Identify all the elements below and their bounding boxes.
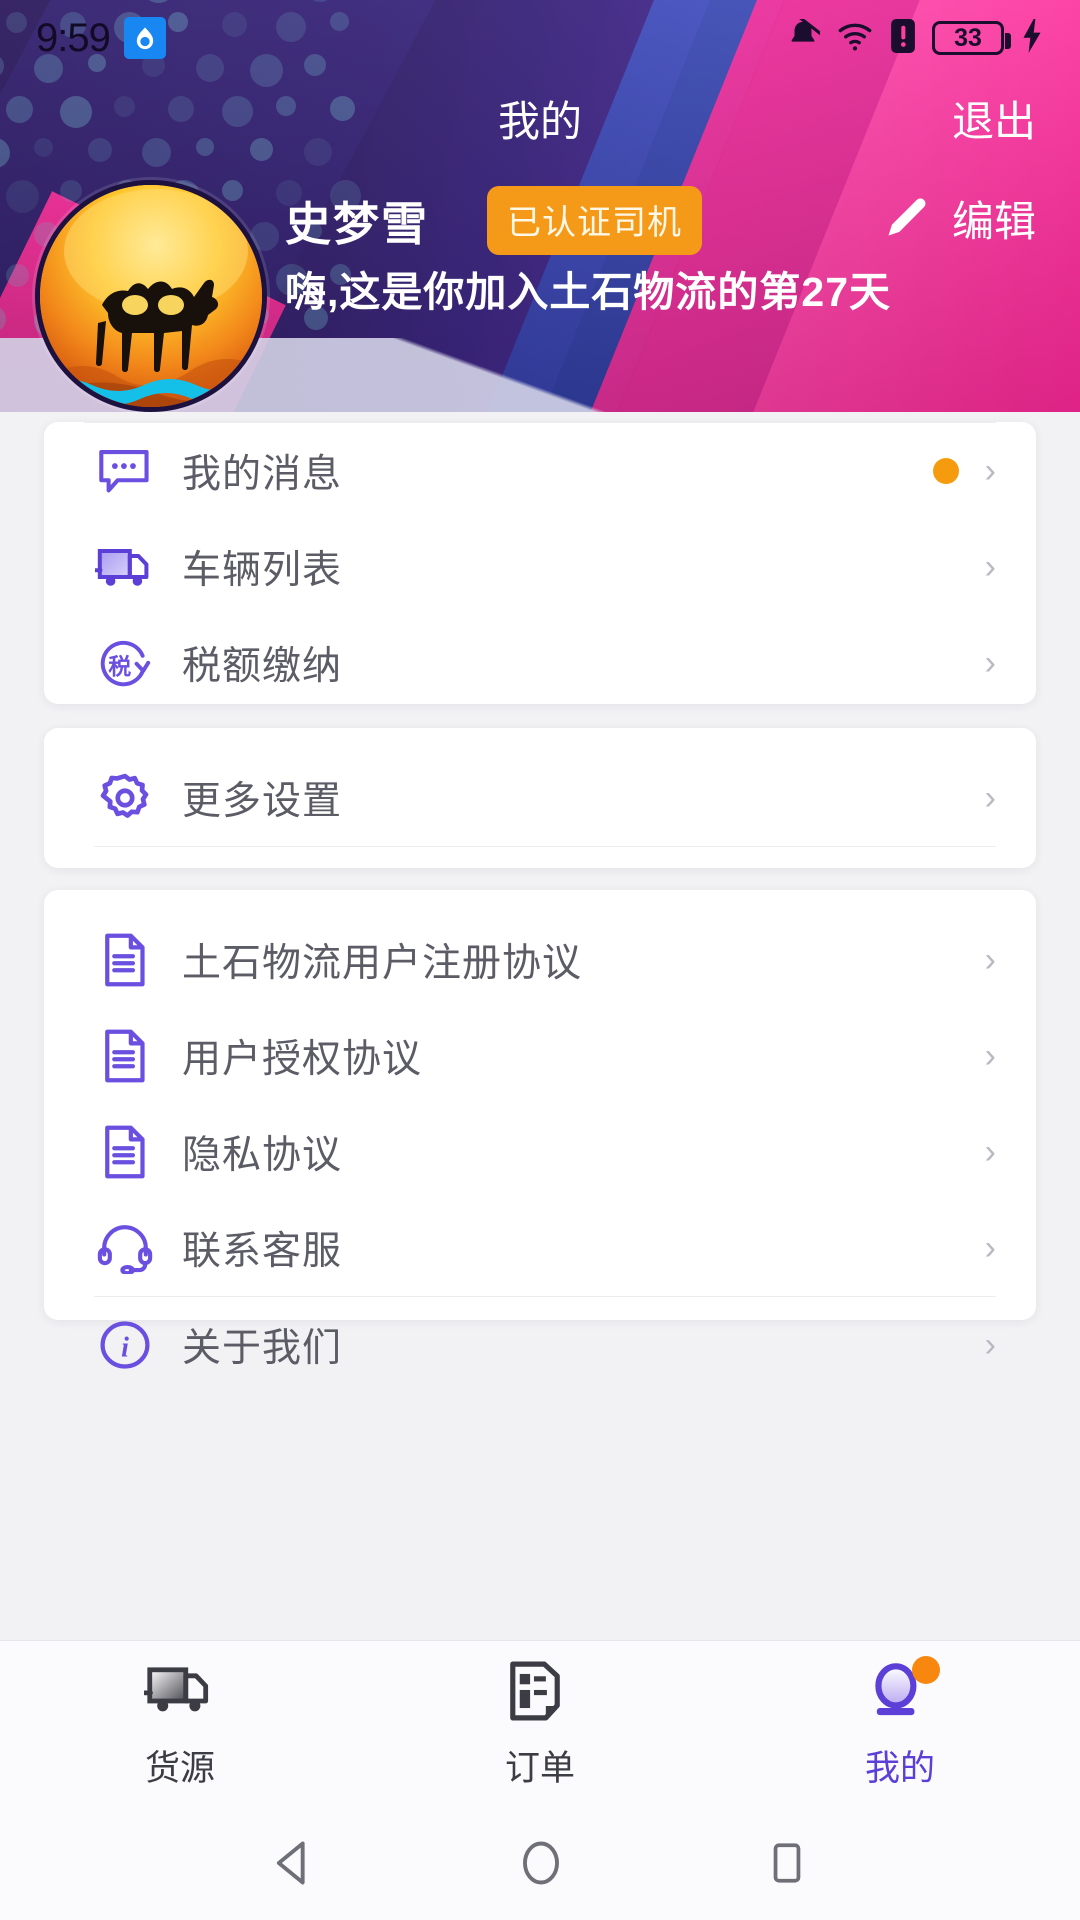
menu-item-label: 关于我们 [182,1327,343,1370]
svg-text:税: 税 [108,653,131,680]
system-navigation-bar [0,1810,1080,1920]
menu-item-label: 税额缴纳 [182,645,343,688]
profile-subtitle: 嗨,这是你加入土石物流的第27天 [285,269,891,315]
battery-level: 33 [954,23,982,52]
tab-profile[interactable]: 我的 [720,1641,1080,1810]
order-document-icon [504,1660,576,1726]
menu-item-label: 联系客服 [182,1230,343,1273]
svg-text:i: i [121,1333,129,1364]
menu-item-label: 车辆列表 [182,549,343,592]
menu-item-registration-agreement[interactable]: 土石物流用户注册协议 › [44,912,1036,1008]
status-bar-left: 9:59 [36,16,166,61]
status-bar: 9:59 33 [0,0,1080,76]
menu-item-label: 隐私协议 [182,1134,343,1177]
info-circle-icon: i [94,1317,156,1373]
menu-item-about-us[interactable]: i 关于我们 › [44,1297,1036,1393]
menu-item-right: › [985,1231,996,1265]
tab-cargo-source[interactable]: 货源 [0,1641,360,1810]
chevron-right-icon: › [984,1037,996,1075]
tab-label: 货源 [144,1749,215,1788]
menu-item-right: › [985,550,996,584]
sim-alert-icon [890,18,916,58]
headset-icon [94,1222,156,1274]
tab-notification-dot [912,1656,940,1684]
chevron-right-icon: › [984,548,996,586]
chevron-right-icon: › [984,644,996,682]
chevron-right-icon: › [984,1229,996,1267]
menu-item-more-settings[interactable]: 更多设置 › [44,750,1036,846]
menu-item-authorization-agreement[interactable]: 用户授权协议 › [44,1008,1036,1104]
chevron-right-icon: › [984,941,996,979]
unread-dot-badge [932,458,959,484]
message-bubble-icon [94,445,156,497]
tab-orders[interactable]: 订单 [360,1641,720,1810]
edit-label: 编辑 [951,198,1036,245]
menu-item-label: 土石物流用户注册协议 [182,942,583,985]
tax-circle-icon: 税 [94,637,156,689]
menu-item-right: › [985,1039,996,1073]
menu-card-more-settings: 更多设置 › [44,728,1036,868]
document-icon [94,1028,156,1084]
page-title: 我的 [497,97,582,145]
menu-item-right: › [932,452,996,490]
menu-item-right: › [985,781,996,815]
person-icon [864,1656,940,1726]
tab-label: 我的 [864,1749,935,1788]
pencil-icon [882,190,934,247]
status-time: 9:59 [36,15,111,60]
divider [94,846,996,847]
tab-label: 订单 [504,1749,575,1788]
logout-button[interactable]: 退出 [952,88,1036,149]
menu-item-messages[interactable]: 我的消息 › [44,423,1036,519]
chevron-right-icon: › [984,1326,996,1364]
menu-item-right: › [985,943,996,977]
back-triangle-icon[interactable] [268,1837,320,1894]
title-bar: 我的 退出 [0,76,1080,160]
menu-item-label: 更多设置 [182,780,343,823]
wifi-icon [836,19,874,58]
droplet-icon [123,17,166,59]
chevron-right-icon: › [984,779,996,817]
menu-item-contact-support[interactable]: 联系客服 › [44,1200,1036,1296]
chevron-right-icon: › [984,452,996,490]
menu-item-tax-payment[interactable]: 税 税额缴纳 › [44,615,1036,711]
truck-icon [142,1660,216,1726]
gear-icon [94,770,156,826]
battery-icon: 33 [932,21,1011,55]
menu-item-right: › [985,1135,996,1169]
home-circle-icon[interactable] [515,1837,567,1894]
recents-square-icon[interactable] [762,1837,812,1894]
charging-bolt-icon [1020,18,1044,58]
bell-muted-icon [786,15,826,58]
profile-section: 史梦雪 已认证司机 嗨,这是你加入土石物流的第27天 编辑 [0,180,1080,412]
menu-card-main: 我的消息 › 车辆列表 › 税 税额缴纳 › [44,422,1036,704]
chevron-right-icon: › [984,1133,996,1171]
menu-item-right: › [985,646,996,680]
truck-icon [94,543,156,591]
menu-card-documents: 土石物流用户注册协议 › 用户授权协议 › 隐私协议 › 联系客服 › i 关于… [44,890,1036,1370]
menu-item-label: 我的消息 [182,453,343,496]
menu-item-right: › [985,1328,996,1362]
edit-profile-button[interactable]: 编辑 [882,188,1036,249]
menu-item-label: 用户授权协议 [182,1038,423,1081]
document-icon [94,932,156,988]
avatar[interactable] [35,180,267,412]
menu-item-vehicle-list[interactable]: 车辆列表 › [44,519,1036,615]
status-bar-right: 33 [786,15,1044,58]
certification-badge: 已认证司机 [487,186,702,255]
bottom-navigation: 货源 订单 我的 [0,1640,1080,1810]
menu-item-privacy-agreement[interactable]: 隐私协议 › [44,1104,1036,1200]
profile-name: 史梦雪 [285,198,429,250]
document-icon [94,1124,156,1180]
